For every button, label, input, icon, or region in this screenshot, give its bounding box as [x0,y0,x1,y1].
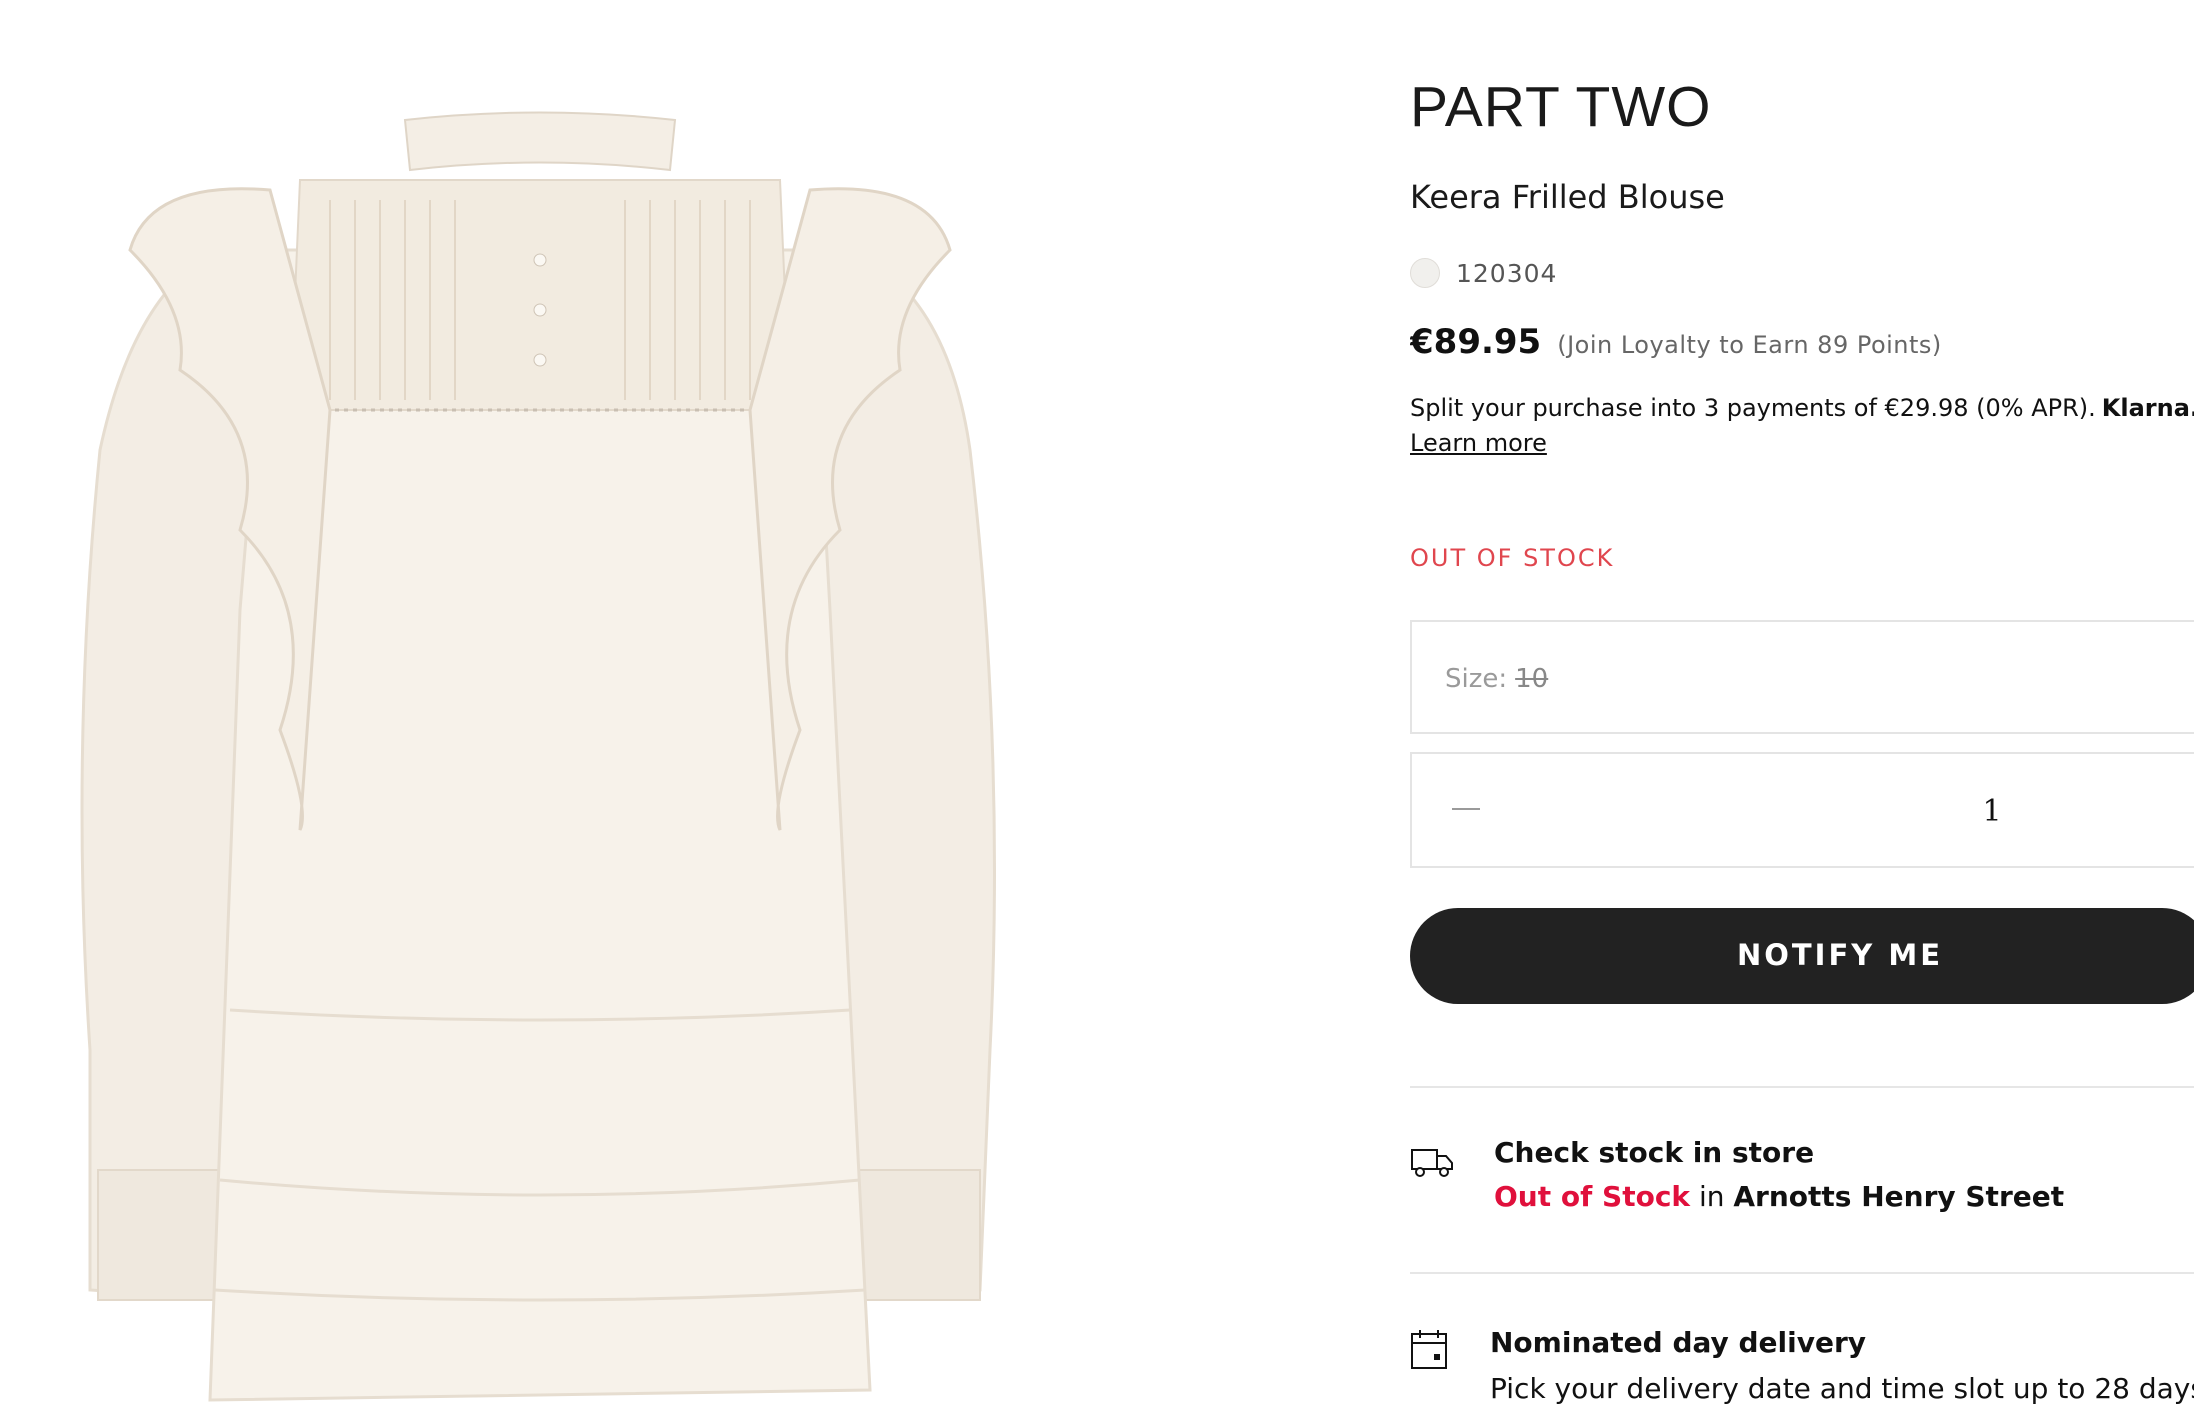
store-stock-status: Out of Stock [1494,1180,1691,1213]
brand-name[interactable]: PART TWO [1410,74,1712,140]
product-title: Keera Frilled Blouse [1410,178,1725,216]
size-value: 10 [1515,664,1549,694]
notify-me-button[interactable]: NOTIFY ME [1410,908,2194,1004]
price: €89.95 [1410,322,1542,362]
color-swatch[interactable] [1410,258,1440,288]
divider [1410,1086,2194,1088]
klarna-message: Split your purchase into 3 payments of €… [1410,394,2194,422]
klarna-logo: Klarna. [2101,394,2194,422]
delivery-title: Nominated day delivery [1490,1326,1867,1359]
minus-icon [1452,808,1480,810]
divider [1410,1272,2194,1274]
size-label: Size: 10 [1445,664,1549,694]
calendar-icon [1411,1330,1447,1369]
check-stock-title[interactable]: Check stock in store [1494,1136,1814,1169]
color-code: 120304 [1456,258,1558,288]
color-selector: 120304 [1410,256,1557,290]
store-stock-line: Out of Stock in Arnotts Henry Street [1494,1180,2064,1213]
product-info-panel: PART TWO Keera Frilled Blouse 120304 €89… [1410,0,2194,1422]
store-name[interactable]: Arnotts Henry Street [1733,1180,2064,1213]
truck-icon [1411,1149,1453,1177]
loyalty-points-text: (Join Loyalty to Earn 89 Points) [1557,331,1942,359]
quantity-stepper: 1 [1410,752,2194,868]
delivery-description: Pick your delivery date and time slot up… [1490,1372,2194,1405]
decrease-quantity-button[interactable] [1432,774,1502,848]
price-row: €89.95 (Join Loyalty to Earn 89 Points) [1410,322,1942,362]
product-image[interactable] [70,110,1010,1420]
notify-me-label: NOTIFY ME [1736,938,1944,972]
product-image-area [0,0,1000,1422]
size-selector[interactable]: Size: 10 [1410,620,2194,734]
store-connector: in [1698,1180,1725,1213]
quantity-value[interactable]: 1 [1982,794,2002,829]
stock-status: OUT OF STOCK [1410,544,1615,572]
klarna-text: Split your purchase into 3 payments of €… [1410,394,2096,422]
learn-more-link[interactable]: Learn more [1410,429,1547,457]
